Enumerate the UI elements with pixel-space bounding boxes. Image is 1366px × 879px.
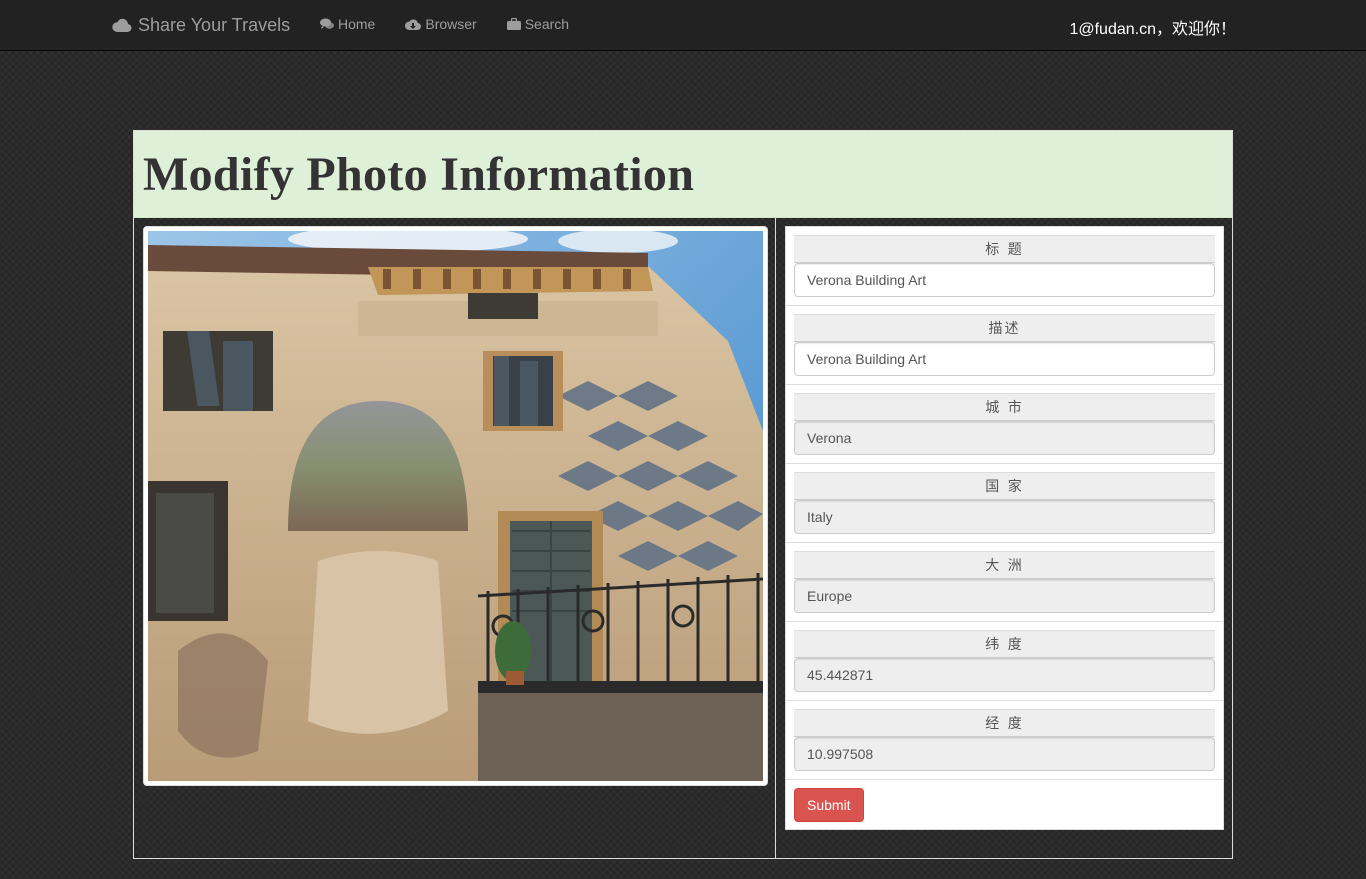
nav-home-label: Home <box>338 16 376 32</box>
cloud-download-icon <box>405 19 422 30</box>
country-label: 国 家 <box>794 472 1215 500</box>
photo-info-form: 标 题 描述 城 市 国 家 大 洲 纬 度 经 度 Submit <box>785 226 1224 830</box>
submit-row: Submit <box>786 780 1223 830</box>
latitude-label: 纬 度 <box>794 630 1215 658</box>
form-group-continent: 大 洲 <box>786 543 1223 622</box>
welcome-text: 1@fudan.cn，欢迎你！ <box>1069 21 1236 38</box>
nav-home-link[interactable]: Home <box>320 16 375 32</box>
page-title: Modify Photo Information <box>143 147 695 201</box>
top-navbar: Share Your Travels Home Browser Search 1… <box>0 0 1366 51</box>
panel-heading: Modify Photo Information <box>134 131 1232 218</box>
nav-search-label: Search <box>524 16 570 32</box>
continent-input <box>794 579 1215 613</box>
longitude-input <box>794 737 1215 771</box>
modify-photo-panel: Modify Photo Information 标 题 Verona Buil… <box>133 130 1233 859</box>
submit-button[interactable]: Submit <box>794 788 864 822</box>
nav-browser-link[interactable]: Browser <box>405 16 477 32</box>
city-label: 城 市 <box>794 393 1215 421</box>
form-group-latitude: 纬 度 <box>786 622 1223 701</box>
latitude-input <box>794 658 1215 692</box>
longitude-label: 经 度 <box>794 709 1215 737</box>
nav-links: Home Browser Search <box>320 16 569 32</box>
briefcase-icon <box>506 18 521 30</box>
continent-label: 大 洲 <box>794 551 1215 579</box>
form-group-country: 国 家 <box>786 464 1223 543</box>
form-group-description: 描述 <box>786 306 1223 385</box>
form-group-city: 城 市 <box>786 385 1223 464</box>
form-group-title: 标 题 <box>786 227 1223 306</box>
cloud-icon <box>112 18 132 32</box>
description-label: 描述 <box>794 314 1215 342</box>
nav-search-link[interactable]: Search <box>506 16 570 32</box>
nav-browser-label: Browser <box>425 16 477 32</box>
title-input[interactable] <box>794 263 1215 297</box>
photo-thumbnail <box>143 226 768 786</box>
city-input <box>794 421 1215 455</box>
form-group-longitude: 经 度 <box>786 701 1223 780</box>
photo-image <box>148 231 763 781</box>
title-label: 标 题 <box>794 235 1215 263</box>
brand-link[interactable]: Share Your Travels <box>112 14 290 36</box>
description-input[interactable] <box>794 342 1215 376</box>
brand-label: Share Your Travels <box>138 14 291 35</box>
country-input <box>794 500 1215 534</box>
comments-icon <box>320 18 334 29</box>
column-divider <box>775 218 776 859</box>
